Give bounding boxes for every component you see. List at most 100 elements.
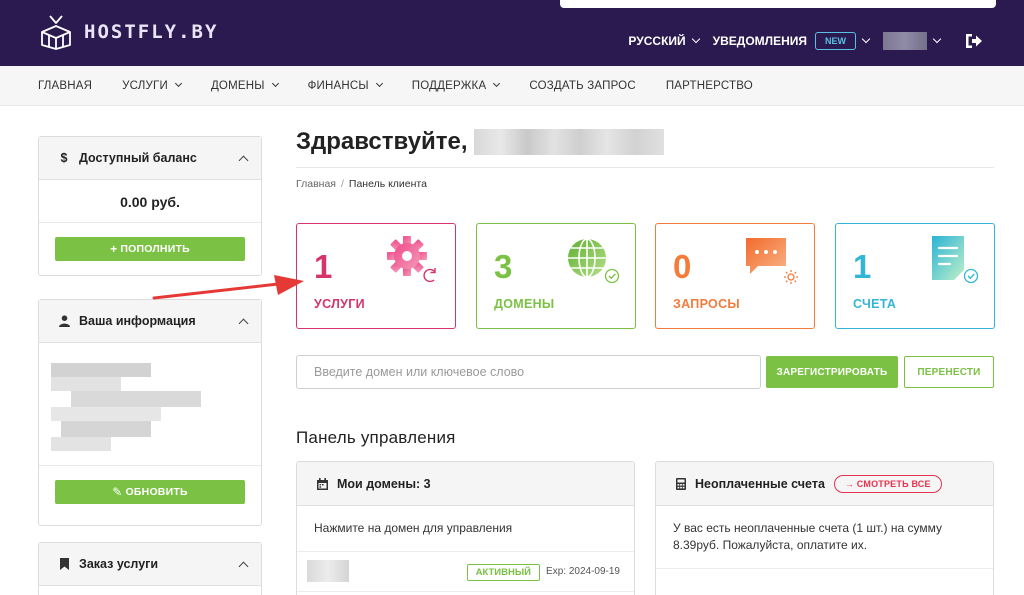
user-icon bbox=[57, 315, 71, 327]
calculator-icon bbox=[676, 477, 686, 490]
info-title: Ваша информация bbox=[79, 314, 196, 328]
transfer-button[interactable]: ПЕРЕНЕСТИ bbox=[904, 356, 994, 388]
top-header: HOSTFLY.BY РУССКИЙ УВЕДОМЛЕНИЯ NEW bbox=[0, 0, 1024, 66]
domain-row[interactable]: АКТИВНЫЙ Exp: 2024-09-19 bbox=[297, 552, 634, 592]
dashboard-title: Панель управления bbox=[296, 428, 456, 447]
chevron-down-icon bbox=[691, 34, 700, 44]
language-selector[interactable]: РУССКИЙ bbox=[628, 34, 700, 48]
notifications-menu[interactable]: УВЕДОМЛЕНИЯ NEW bbox=[712, 32, 871, 50]
info-panel: Ваша информация ✎ ОБНОВИТЬ bbox=[38, 299, 262, 526]
greeting: Здравствуйте, bbox=[296, 128, 664, 156]
chevron-down-icon bbox=[174, 79, 182, 88]
domains-tile[interactable]: 3 ДОМЕНЫ bbox=[476, 223, 636, 329]
register-button[interactable]: ЗАРЕГИСТРИРОВАТЬ bbox=[766, 356, 898, 388]
breadcrumb-current: Панель клиента bbox=[348, 178, 427, 190]
header-actions: РУССКИЙ УВЕДОМЛЕНИЯ NEW bbox=[628, 30, 1024, 52]
chevron-up-icon[interactable] bbox=[238, 155, 249, 165]
user-name-redacted bbox=[883, 32, 927, 50]
services-count: 1 bbox=[314, 248, 333, 285]
document-check-icon bbox=[932, 236, 979, 284]
user-info-redacted bbox=[51, 363, 201, 451]
balance-value: 0.00 руб. bbox=[39, 180, 261, 223]
balance-panel: $ Доступный баланс 0.00 руб. + ПОПОЛНИТЬ bbox=[38, 136, 262, 276]
nav-item-partnership[interactable]: ПАРТНЕРСТВО bbox=[666, 80, 753, 92]
order-panel: Заказ услуги bbox=[38, 542, 262, 595]
nav-item-domains[interactable]: ДОМЕНЫ bbox=[210, 79, 279, 92]
user-name-redacted bbox=[473, 129, 664, 155]
nav-label: ФИНАНСЫ bbox=[307, 79, 369, 92]
breadcrumb: Главная / Панель клиента bbox=[296, 178, 427, 190]
notifications-label: УВЕДОМЛЕНИЯ bbox=[712, 34, 807, 48]
nav-label: СОЗДАТЬ ЗАПРОС bbox=[529, 79, 636, 92]
domains-label: ДОМЕНЫ bbox=[494, 297, 555, 311]
status-badge: АКТИВНЫЙ bbox=[466, 564, 540, 581]
chevron-down-icon bbox=[271, 79, 279, 88]
header-top-strip bbox=[560, 0, 996, 8]
unpaid-invoices-card: Неоплаченные счета → СМОТРЕТЬ ВСЕ У вас … bbox=[655, 461, 994, 595]
chevron-up-icon[interactable] bbox=[238, 318, 249, 328]
balance-title: Доступный баланс bbox=[79, 151, 197, 165]
order-title: Заказ услуги bbox=[79, 557, 159, 571]
nav-label: ГЛАВНАЯ bbox=[38, 79, 93, 92]
info-panel-header[interactable]: Ваша информация bbox=[39, 300, 261, 343]
chevron-down-icon bbox=[493, 79, 501, 88]
invoices-tile[interactable]: 1 СЧЕТА bbox=[835, 223, 995, 329]
brand-name: HOSTFLY.BY bbox=[84, 21, 219, 43]
my-domains-card: Мои домены: 3 Нажмите на домен для управ… bbox=[296, 461, 635, 595]
brand-logo[interactable]: HOSTFLY.BY bbox=[36, 14, 218, 50]
nav-item-finance[interactable]: ФИНАНСЫ bbox=[307, 79, 383, 92]
domain-search-input[interactable] bbox=[296, 355, 761, 389]
my-domains-header: Мои домены: 3 bbox=[297, 462, 634, 506]
nav-item-support[interactable]: ПОДДЕРЖКА bbox=[411, 79, 501, 92]
top-up-label: ПОПОЛНИТЬ bbox=[120, 243, 190, 255]
bookmark-icon bbox=[57, 558, 71, 570]
dollar-icon: $ bbox=[60, 151, 68, 165]
invoices-count: 1 bbox=[853, 248, 872, 285]
chevron-up-icon[interactable] bbox=[238, 561, 249, 571]
language-label: РУССКИЙ bbox=[628, 34, 686, 48]
tickets-tile[interactable]: 0 ЗАПРОСЫ bbox=[655, 223, 815, 329]
plus-icon: + bbox=[110, 242, 118, 256]
domain-name-redacted bbox=[307, 560, 349, 582]
globe-check-icon bbox=[568, 238, 620, 284]
order-panel-header[interactable]: Заказ услуги bbox=[39, 543, 261, 586]
breadcrumb-home[interactable]: Главная bbox=[296, 178, 336, 190]
info-panel-footer: ✎ ОБНОВИТЬ bbox=[39, 465, 261, 504]
nav-item-home[interactable]: ГЛАВНАЯ bbox=[38, 80, 92, 92]
balance-panel-header[interactable]: $ Доступный баланс bbox=[39, 137, 261, 180]
calendar-icon bbox=[317, 477, 328, 490]
nav-label: ДОМЕНЫ bbox=[210, 79, 265, 92]
new-badge: NEW bbox=[815, 32, 856, 50]
main-nav: ГЛАВНАЯ УСЛУГИ ДОМЕНЫ ФИНАНСЫ ПОДДЕРЖКА … bbox=[0, 66, 1024, 106]
nav-label: УСЛУГИ bbox=[122, 79, 168, 92]
update-button[interactable]: ✎ ОБНОВИТЬ bbox=[55, 480, 245, 504]
breadcrumb-separator: / bbox=[340, 178, 344, 190]
divider bbox=[296, 167, 994, 168]
greeting-text: Здравствуйте, bbox=[296, 128, 468, 155]
tickets-count: 0 bbox=[673, 248, 692, 285]
invoices-label: СЧЕТА bbox=[853, 297, 897, 311]
logout-icon[interactable] bbox=[964, 32, 984, 50]
nav-label: ПАРТНЕРСТВО bbox=[665, 79, 753, 92]
domains-count: 3 bbox=[494, 248, 513, 285]
services-label: УСЛУГИ bbox=[314, 297, 365, 311]
services-tile[interactable]: 1 УСЛУГИ bbox=[296, 223, 456, 329]
chevron-down-icon bbox=[932, 34, 942, 44]
unpaid-invoices-header: Неоплаченные счета → СМОТРЕТЬ ВСЕ bbox=[656, 462, 993, 506]
pencil-icon: ✎ bbox=[112, 485, 123, 499]
see-all-button[interactable]: → СМОТРЕТЬ ВСЕ bbox=[833, 474, 942, 493]
nav-item-services[interactable]: УСЛУГИ bbox=[122, 79, 182, 92]
logo-icon bbox=[41, 15, 71, 50]
nav-item-create-ticket[interactable]: СОЗДАТЬ ЗАПРОС bbox=[529, 80, 636, 92]
top-up-button[interactable]: + ПОПОЛНИТЬ bbox=[55, 237, 245, 261]
user-menu[interactable] bbox=[883, 32, 942, 50]
my-domains-title: Мои домены: 3 bbox=[337, 476, 431, 491]
update-label: ОБНОВИТЬ bbox=[125, 486, 188, 498]
gear-refresh-icon bbox=[387, 236, 436, 283]
unpaid-invoices-message: У вас есть неоплаченные счета (1 шт.) на… bbox=[656, 506, 993, 569]
chevron-down-icon bbox=[861, 34, 871, 44]
nav-label: ПОДДЕРЖКА bbox=[411, 79, 487, 92]
domains-hint: Нажмите на домен для управления bbox=[297, 506, 634, 552]
chevron-down-icon bbox=[375, 79, 383, 88]
unpaid-invoices-title: Неоплаченные счета bbox=[695, 476, 825, 491]
